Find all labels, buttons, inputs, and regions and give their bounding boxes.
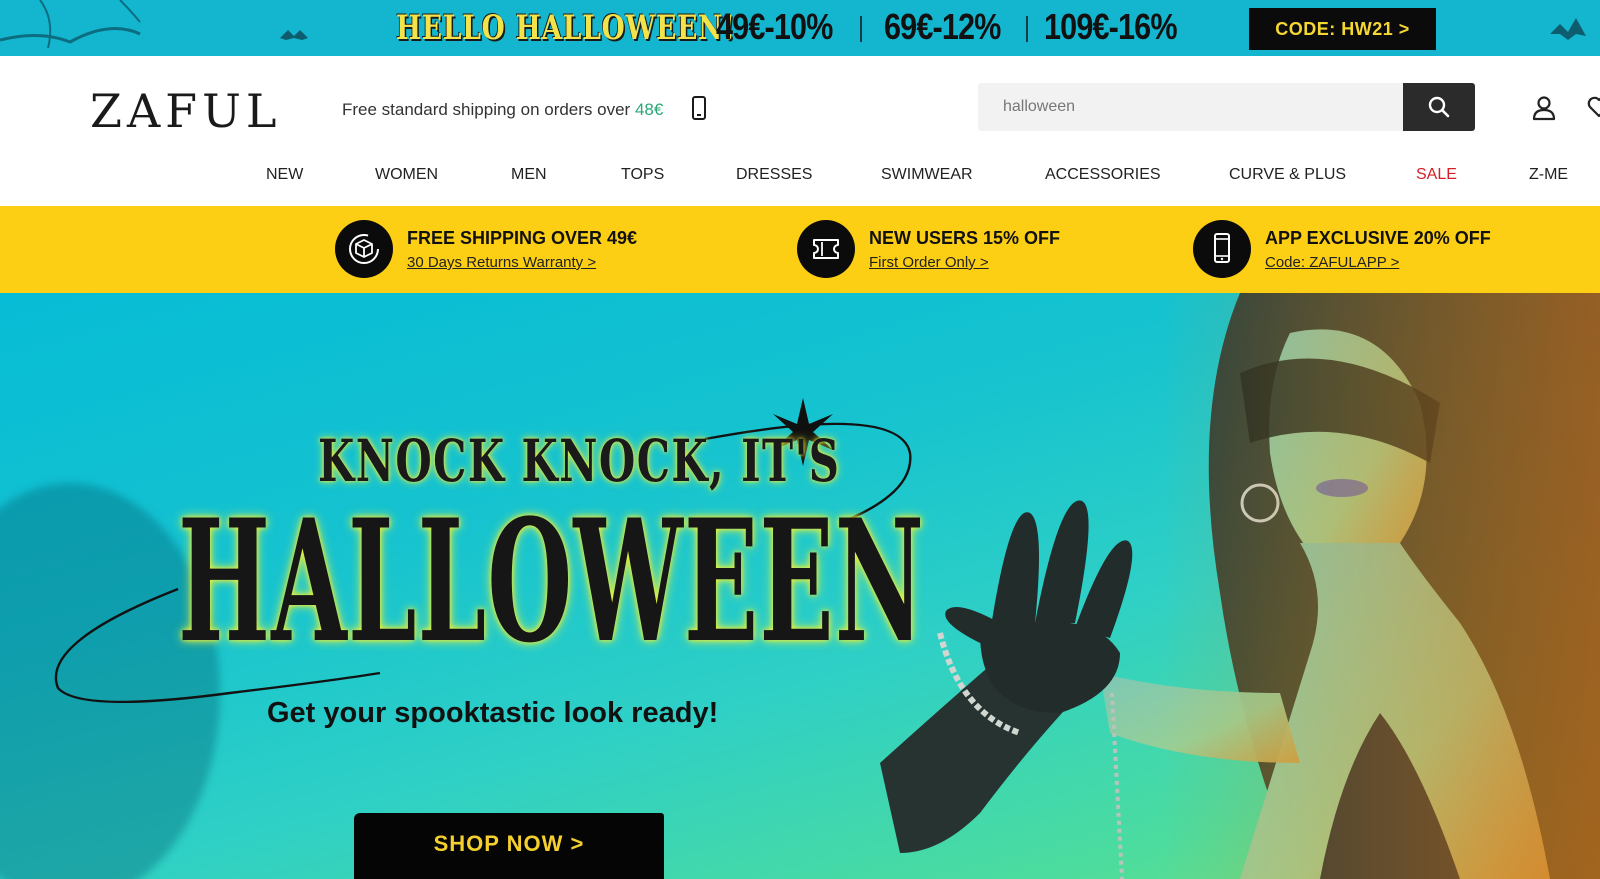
- mobile-icon: [1193, 220, 1251, 278]
- nav-item-accessories[interactable]: ACCESSORIES: [1045, 166, 1161, 184]
- nav-item-curve-plus[interactable]: CURVE & PLUS: [1229, 166, 1346, 184]
- search-button[interactable]: [1403, 83, 1475, 131]
- perk-title: FREE SHIPPING OVER 49€: [407, 228, 638, 248]
- shipping-note-text: Free standard shipping on orders over: [342, 100, 635, 119]
- box-icon: [335, 220, 393, 278]
- search-input[interactable]: [978, 83, 1403, 131]
- perk-link[interactable]: First Order Only >: [869, 254, 989, 271]
- hero-model-image: [880, 293, 1600, 879]
- promo-title: HELLO HALLOWEEN!: [396, 8, 736, 48]
- bat-branch-decoration: [0, 0, 308, 49]
- search-icon: [1428, 96, 1450, 118]
- main-nav: NEW WOMEN MEN TOPS DRESSES SWIMWEAR ACCE…: [0, 160, 1600, 194]
- nav-item-z-me[interactable]: Z-ME: [1529, 166, 1568, 184]
- logo[interactable]: ZAFUL: [90, 84, 281, 138]
- hero-tagline: Get your spooktastic look ready!: [267, 697, 719, 729]
- nav-item-new[interactable]: NEW: [266, 166, 303, 184]
- perks-bar: FREE SHIPPING OVER 49€ 30 Days Returns W…: [0, 206, 1600, 293]
- deal-tier-3: 109€-16%: [1044, 6, 1178, 47]
- perk-link[interactable]: Code: ZAFULAPP >: [1265, 254, 1399, 271]
- deal-tier-1: 49€-10%: [716, 6, 833, 47]
- perk-title: APP EXCLUSIVE 20% OFF: [1265, 228, 1491, 248]
- perk-title: NEW USERS 15% OFF: [869, 228, 1061, 248]
- nav-item-tops[interactable]: TOPS: [621, 166, 664, 184]
- phone-icon[interactable]: [692, 96, 706, 120]
- hero-headline: HALLOWEEN: [178, 482, 926, 680]
- shop-now-button[interactable]: SHOP NOW >: [354, 813, 664, 879]
- shipping-threshold: 48€: [634, 100, 664, 119]
- deal-divider: [1026, 16, 1028, 42]
- perk-link[interactable]: 30 Days Returns Warranty >: [407, 254, 596, 271]
- heart-icon[interactable]: [1586, 94, 1600, 120]
- site-header: ZAFUL Free standard shipping on orders o…: [0, 56, 1600, 206]
- nav-item-women[interactable]: WOMEN: [375, 166, 438, 184]
- promo-code-button[interactable]: CODE: HW21 >: [1249, 8, 1436, 50]
- bat-decoration: [1550, 18, 1586, 40]
- nav-item-dresses[interactable]: DRESSES: [736, 166, 812, 184]
- nav-item-sale[interactable]: SALE: [1416, 166, 1457, 184]
- coupon-icon: [797, 220, 855, 278]
- deal-tier-2: 69€-12%: [884, 6, 1001, 47]
- hero-banner[interactable]: KNOCK KNOCK, IT'S HALLOWEEN Get your spo…: [0, 293, 1600, 879]
- promo-strip[interactable]: HELLO HALLOWEEN! 49€-10% 69€-12% 109€-16…: [0, 0, 1600, 56]
- deal-divider: [860, 16, 862, 42]
- nav-item-swimwear[interactable]: SWIMWEAR: [881, 166, 973, 184]
- shipping-note: Free standard shipping on orders over 48…: [342, 100, 663, 120]
- user-icon[interactable]: [1530, 94, 1558, 122]
- nav-item-men[interactable]: MEN: [511, 166, 547, 184]
